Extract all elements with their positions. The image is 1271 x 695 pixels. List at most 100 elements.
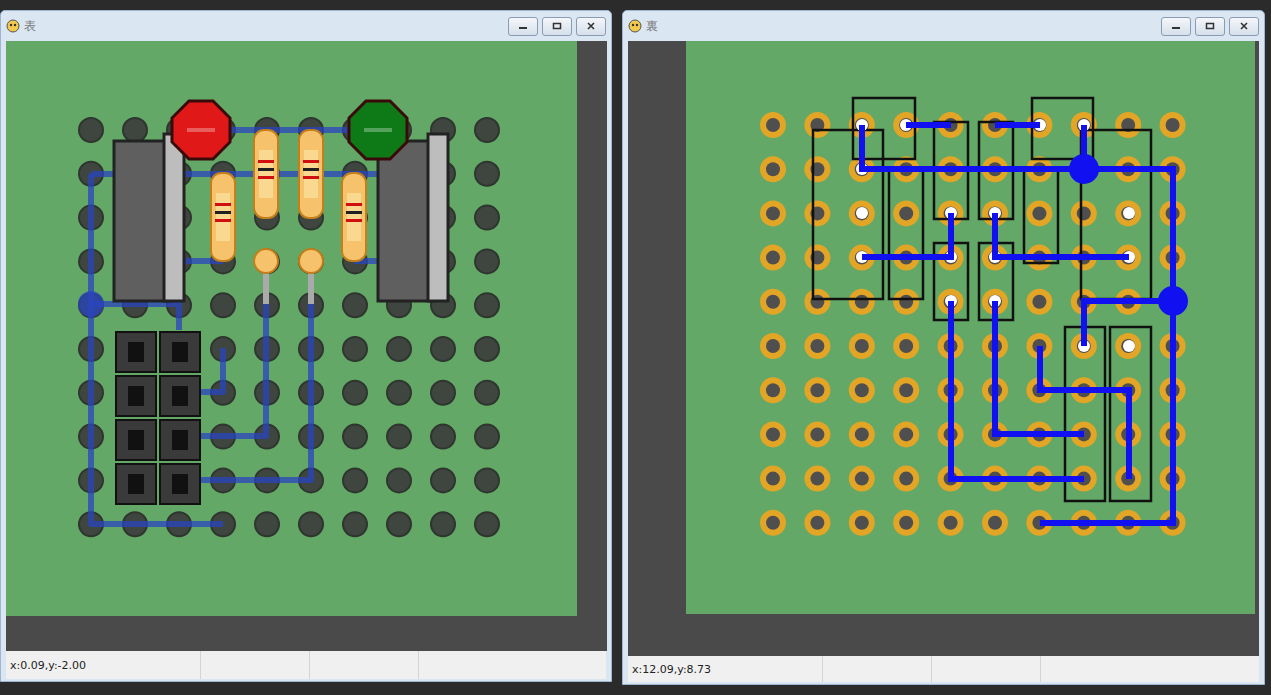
hole[interactable] <box>849 421 875 447</box>
hole[interactable] <box>387 468 411 492</box>
hole[interactable] <box>475 425 499 449</box>
hole[interactable] <box>804 466 830 492</box>
push-switch[interactable] <box>116 420 156 460</box>
hole[interactable] <box>475 206 499 230</box>
led[interactable] <box>172 101 230 159</box>
hole[interactable] <box>804 245 830 271</box>
pad[interactable] <box>1123 340 1135 352</box>
wire-node[interactable] <box>1069 154 1099 184</box>
wire[interactable] <box>91 171 114 177</box>
hole[interactable] <box>343 425 367 449</box>
maximize-button[interactable] <box>1195 17 1225 36</box>
jumper-wire[interactable] <box>299 249 323 304</box>
front-board[interactable] <box>6 41 607 651</box>
resistor[interactable] <box>254 130 278 218</box>
hole[interactable] <box>431 337 455 361</box>
back-board[interactable] <box>628 41 1259 656</box>
hole[interactable] <box>431 512 455 536</box>
hole[interactable] <box>849 200 875 226</box>
hole[interactable] <box>387 337 411 361</box>
hole[interactable] <box>760 289 786 315</box>
hole[interactable] <box>343 468 367 492</box>
hole[interactable] <box>475 512 499 536</box>
hole[interactable] <box>804 333 830 359</box>
hole[interactable] <box>760 333 786 359</box>
hole[interactable] <box>760 156 786 182</box>
wire[interactable] <box>862 125 1173 523</box>
hole[interactable] <box>343 512 367 536</box>
title-bar[interactable]: 表 <box>6 11 606 41</box>
hole[interactable] <box>1071 200 1097 226</box>
hole[interactable] <box>343 381 367 405</box>
push-switch[interactable] <box>116 464 156 504</box>
wire[interactable] <box>200 348 223 392</box>
footprint[interactable] <box>1065 327 1105 501</box>
wire[interactable] <box>91 304 179 330</box>
hole[interactable] <box>79 118 103 142</box>
hole[interactable] <box>123 118 147 142</box>
hole[interactable] <box>804 112 830 138</box>
wire[interactable] <box>906 122 951 128</box>
resistor[interactable] <box>211 173 235 261</box>
hole[interactable] <box>475 162 499 186</box>
hole[interactable] <box>475 468 499 492</box>
wire[interactable] <box>995 213 1129 257</box>
wire[interactable] <box>995 122 1040 128</box>
footprint[interactable] <box>889 168 923 299</box>
hole[interactable] <box>760 377 786 403</box>
wire[interactable] <box>200 301 266 436</box>
maximize-button[interactable] <box>542 17 572 36</box>
hole[interactable] <box>893 289 919 315</box>
hole[interactable] <box>255 249 279 273</box>
hole[interactable] <box>938 510 964 536</box>
push-switch[interactable] <box>160 420 200 460</box>
hole[interactable] <box>760 510 786 536</box>
hole[interactable] <box>849 289 875 315</box>
hole[interactable] <box>804 200 830 226</box>
hole[interactable] <box>475 293 499 317</box>
hole[interactable] <box>849 466 875 492</box>
footprint[interactable] <box>1024 168 1058 263</box>
board-window[interactable]: 表 x:0.09,y:-2.00 <box>0 10 612 682</box>
hole[interactable] <box>760 200 786 226</box>
hole[interactable] <box>1115 333 1141 359</box>
hole[interactable] <box>387 512 411 536</box>
push-switch[interactable] <box>160 332 200 372</box>
hole[interactable] <box>893 421 919 447</box>
hole[interactable] <box>982 510 1008 536</box>
hole[interactable] <box>893 377 919 403</box>
hole[interactable] <box>343 337 367 361</box>
push-switch[interactable] <box>160 464 200 504</box>
hole[interactable] <box>475 337 499 361</box>
hole[interactable] <box>849 333 875 359</box>
hole[interactable] <box>475 249 499 273</box>
wire[interactable] <box>862 213 951 257</box>
hole[interactable] <box>849 510 875 536</box>
hole[interactable] <box>760 466 786 492</box>
wire[interactable] <box>200 301 311 480</box>
hole[interactable] <box>893 510 919 536</box>
resistor[interactable] <box>299 130 323 218</box>
led[interactable] <box>349 101 407 159</box>
hole[interactable] <box>893 333 919 359</box>
hole[interactable] <box>1115 200 1141 226</box>
hole[interactable] <box>299 249 323 273</box>
hole[interactable] <box>760 245 786 271</box>
hole[interactable] <box>849 377 875 403</box>
close-button[interactable] <box>1229 17 1259 36</box>
hole[interactable] <box>1160 112 1186 138</box>
pad[interactable] <box>856 207 868 219</box>
hole[interactable] <box>255 512 279 536</box>
push-switch[interactable] <box>116 332 156 372</box>
hole[interactable] <box>804 377 830 403</box>
hole[interactable] <box>343 293 367 317</box>
hole[interactable] <box>475 381 499 405</box>
capacitor[interactable] <box>114 134 184 301</box>
wire[interactable] <box>1040 346 1129 479</box>
minimize-button[interactable] <box>508 17 538 36</box>
jumper-wire[interactable] <box>254 249 278 304</box>
hole[interactable] <box>760 112 786 138</box>
hole[interactable] <box>387 381 411 405</box>
hole[interactable] <box>299 512 323 536</box>
hole[interactable] <box>804 421 830 447</box>
